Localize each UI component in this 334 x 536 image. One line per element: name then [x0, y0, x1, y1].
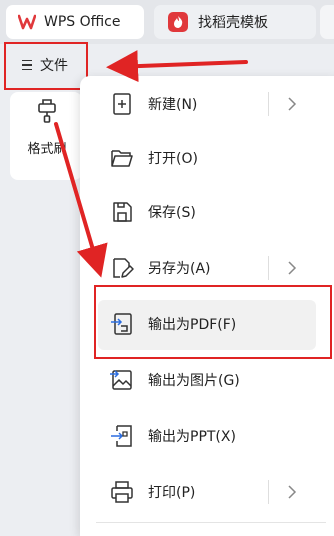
annotation-highlight-file-button	[4, 42, 88, 90]
tab-wps-office-label: WPS Office	[44, 14, 121, 30]
tab-docer-templates-label: 找稻壳模板	[198, 15, 268, 31]
menu-item-new[interactable]: 新建(N)	[80, 78, 334, 130]
save-as-icon	[110, 256, 134, 280]
docer-logo-icon	[168, 12, 188, 32]
menu-item-save[interactable]: 保存(S)	[80, 186, 334, 238]
tab-docer-templates[interactable]: 找稻壳模板	[154, 5, 316, 39]
format-painter-icon	[35, 98, 59, 128]
menu-item-export-image-label: 输出为图片(G)	[148, 373, 240, 389]
menu-item-save-as-label: 另存为(A)	[148, 261, 211, 277]
divider	[268, 480, 269, 504]
menu-item-save-label: 保存(S)	[148, 205, 196, 221]
menu-item-new-label: 新建(N)	[148, 97, 198, 113]
format-painter-label: 格式刷	[27, 142, 67, 157]
menu-item-export-ppt-label: 输出为PPT(X)	[148, 429, 236, 445]
save-icon	[110, 200, 134, 224]
tab-overflow[interactable]	[320, 5, 334, 39]
menu-item-print[interactable]: 打印(P)	[80, 466, 334, 518]
chevron-right-icon[interactable]	[285, 96, 299, 112]
menu-item-open[interactable]: 打开(O)	[80, 132, 334, 184]
menu-item-print-label: 打印(P)	[148, 485, 196, 501]
tab-bar: WPS Office 找稻壳模板	[0, 0, 334, 44]
tab-wps-office[interactable]: WPS Office	[6, 5, 144, 39]
folder-open-icon	[110, 146, 134, 170]
printer-icon	[110, 480, 134, 504]
export-image-icon	[110, 368, 134, 392]
chevron-right-icon[interactable]	[285, 260, 299, 276]
menu-item-export-ppt[interactable]: 输出为PPT(X)	[80, 410, 334, 462]
annotation-highlight-export-pdf	[94, 285, 332, 359]
divider	[268, 92, 269, 116]
new-file-icon	[110, 92, 134, 116]
divider	[268, 256, 269, 280]
format-painter-button[interactable]: 格式刷	[20, 98, 74, 168]
export-ppt-icon	[110, 424, 134, 448]
wps-logo-icon	[18, 13, 36, 31]
menu-item-export-image[interactable]: 输出为图片(G)	[80, 354, 334, 406]
chevron-right-icon[interactable]	[285, 484, 299, 500]
menu-item-open-label: 打开(O)	[148, 151, 198, 167]
menu-divider	[96, 522, 326, 523]
